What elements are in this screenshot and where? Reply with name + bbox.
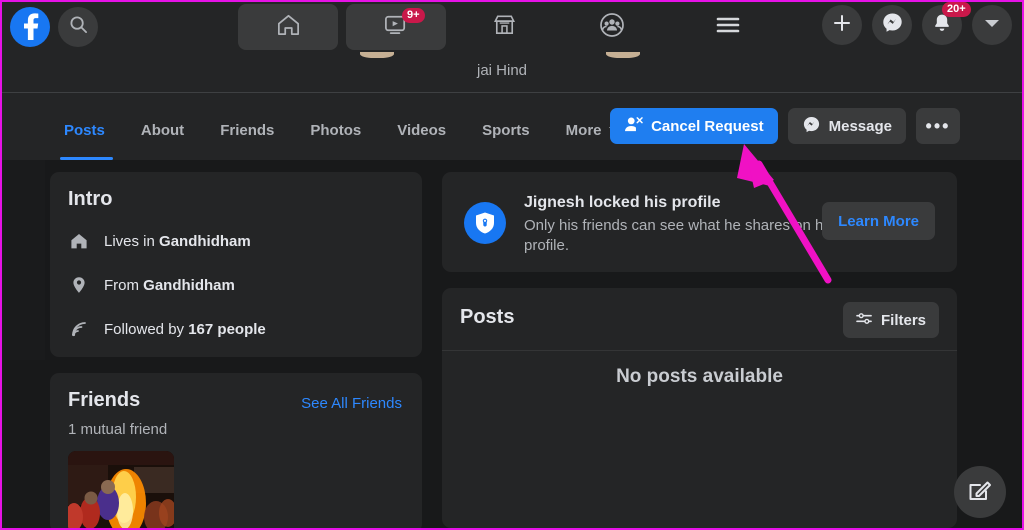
left-gutter-band: [2, 160, 45, 360]
friends-card: Friends See All Friends 1 mutual friend: [50, 373, 422, 528]
facebook-logo[interactable]: [10, 7, 50, 47]
home-icon: [275, 11, 302, 43]
intro-prefix: From: [104, 276, 144, 294]
intro-card-title: Intro: [68, 188, 113, 210]
locked-profile-card: Jignesh locked his profile Only his frie…: [442, 172, 957, 272]
notifications-button[interactable]: 20+: [922, 2, 971, 45]
rss-follow-icon: [68, 318, 90, 340]
profile-bio: jai Hind: [476, 62, 528, 79]
intro-value: Gandhidham: [159, 232, 251, 250]
profile-tab-about[interactable]: About: [123, 104, 202, 156]
profile-tab-photos[interactable]: Photos: [292, 104, 379, 156]
person-remove-icon: [624, 116, 643, 137]
tab-label: About: [140, 121, 185, 139]
nav-tab-groups[interactable]: [562, 4, 662, 50]
home-icon: [68, 230, 90, 252]
message-button[interactable]: Message: [787, 108, 906, 144]
friends-card-title: Friends: [68, 389, 141, 411]
intro-row-followers: Followed by 167 people: [68, 318, 266, 340]
messenger-button[interactable]: [872, 5, 912, 45]
filters-label: Filters: [880, 311, 926, 329]
notifications-badge: 20+: [942, 2, 971, 17]
learn-more-button[interactable]: Learn More: [822, 202, 935, 240]
nav-tab-marketplace[interactable]: [454, 4, 554, 50]
marketplace-icon: [491, 11, 518, 43]
create-button[interactable]: [822, 5, 862, 45]
intro-card: Intro Lives in Gandhidham From Gandhidha…: [50, 172, 422, 357]
profile-more-options-button[interactable]: •••: [916, 108, 960, 144]
intro-row-text: Followed by 167 people: [104, 321, 266, 338]
video-badge: 9+: [402, 8, 425, 23]
account-menu-button[interactable]: [972, 5, 1012, 45]
shield-lock-icon: [464, 202, 506, 244]
mutual-friends-count: 1 mutual friend: [68, 421, 168, 438]
intro-row-text: From Gandhidham: [104, 277, 235, 294]
search-button[interactable]: [58, 7, 98, 47]
profile-tab-sports[interactable]: Sports: [464, 104, 548, 156]
intro-prefix: Followed by: [104, 320, 189, 338]
intro-prefix: Lives in: [104, 232, 160, 250]
header-divider: [2, 92, 1022, 93]
nav-menu-button[interactable]: [678, 4, 778, 50]
learn-more-label: Learn More: [838, 212, 919, 230]
nav-right-group: 20+: [822, 2, 1012, 45]
profile-content-area: Intro Lives in Gandhidham From Gandhidha…: [2, 160, 1022, 528]
tab-label: More: [565, 121, 602, 139]
tab-label: Friends: [220, 121, 275, 139]
see-all-friends-link[interactable]: See All Friends: [301, 395, 402, 412]
tab-label: Sports: [482, 121, 530, 139]
profile-tab-posts[interactable]: Posts: [50, 104, 123, 160]
intro-row-text: Lives in Gandhidham: [104, 233, 251, 250]
ellipsis-icon: •••: [925, 115, 951, 136]
filters-sliders-icon: [856, 311, 873, 330]
compose-post-button[interactable]: [954, 466, 1006, 518]
friend-photo-thumbnail[interactable]: [68, 451, 174, 528]
profile-tab-videos[interactable]: Videos: [379, 104, 464, 156]
no-posts-message: No posts available: [616, 366, 783, 387]
posts-card-title: Posts: [460, 306, 515, 328]
compose-edit-icon: [967, 477, 993, 508]
message-label: Message: [828, 117, 892, 135]
filters-button[interactable]: Filters: [842, 302, 939, 338]
nav-tab-video[interactable]: 9+: [346, 4, 446, 50]
posts-card: Posts Filters No posts available: [442, 288, 957, 528]
profile-tab-bar: Posts About Friends Photos Videos Sports…: [50, 104, 637, 160]
posts-card-divider: [442, 350, 957, 351]
nav-center-tabs: 9+: [238, 4, 778, 50]
tab-label: Videos: [397, 121, 447, 139]
nav-tab-home[interactable]: [238, 4, 338, 50]
cancel-request-label: Cancel Request: [651, 117, 764, 135]
search-icon: [69, 15, 88, 39]
profile-tab-friends[interactable]: Friends: [202, 104, 292, 156]
intro-row-from: From Gandhidham: [68, 274, 235, 296]
plus-icon: [831, 12, 853, 39]
messenger-icon: [802, 115, 821, 138]
locked-profile-subtitle: Only his friends can see what he shares …: [524, 217, 835, 254]
locked-profile-title: Jignesh locked his profile: [524, 194, 721, 211]
profile-action-buttons: Cancel Request Message •••: [610, 108, 960, 144]
location-pin-icon: [68, 274, 90, 296]
facebook-profile-page: 9+ 20+ jai Hind Posts About Friends Phot…: [0, 0, 1024, 530]
intro-row-lives-in: Lives in Gandhidham: [68, 230, 251, 252]
intro-value: Gandhidham: [143, 276, 235, 294]
groups-icon: [598, 11, 626, 44]
hamburger-menu-icon: [714, 14, 742, 41]
nav-left-group: [2, 7, 98, 47]
messenger-icon: [881, 11, 904, 39]
profile-header-section: jai Hind Posts About Friends Photos Vide…: [2, 48, 1022, 160]
intro-value: 167 people: [188, 320, 266, 338]
tab-label: Posts: [64, 121, 105, 139]
top-navigation-bar: 9+ 20+: [2, 2, 1022, 52]
chevron-down-icon: [983, 16, 1001, 34]
cancel-request-button[interactable]: Cancel Request: [610, 108, 778, 144]
tab-label: Photos: [310, 121, 362, 139]
